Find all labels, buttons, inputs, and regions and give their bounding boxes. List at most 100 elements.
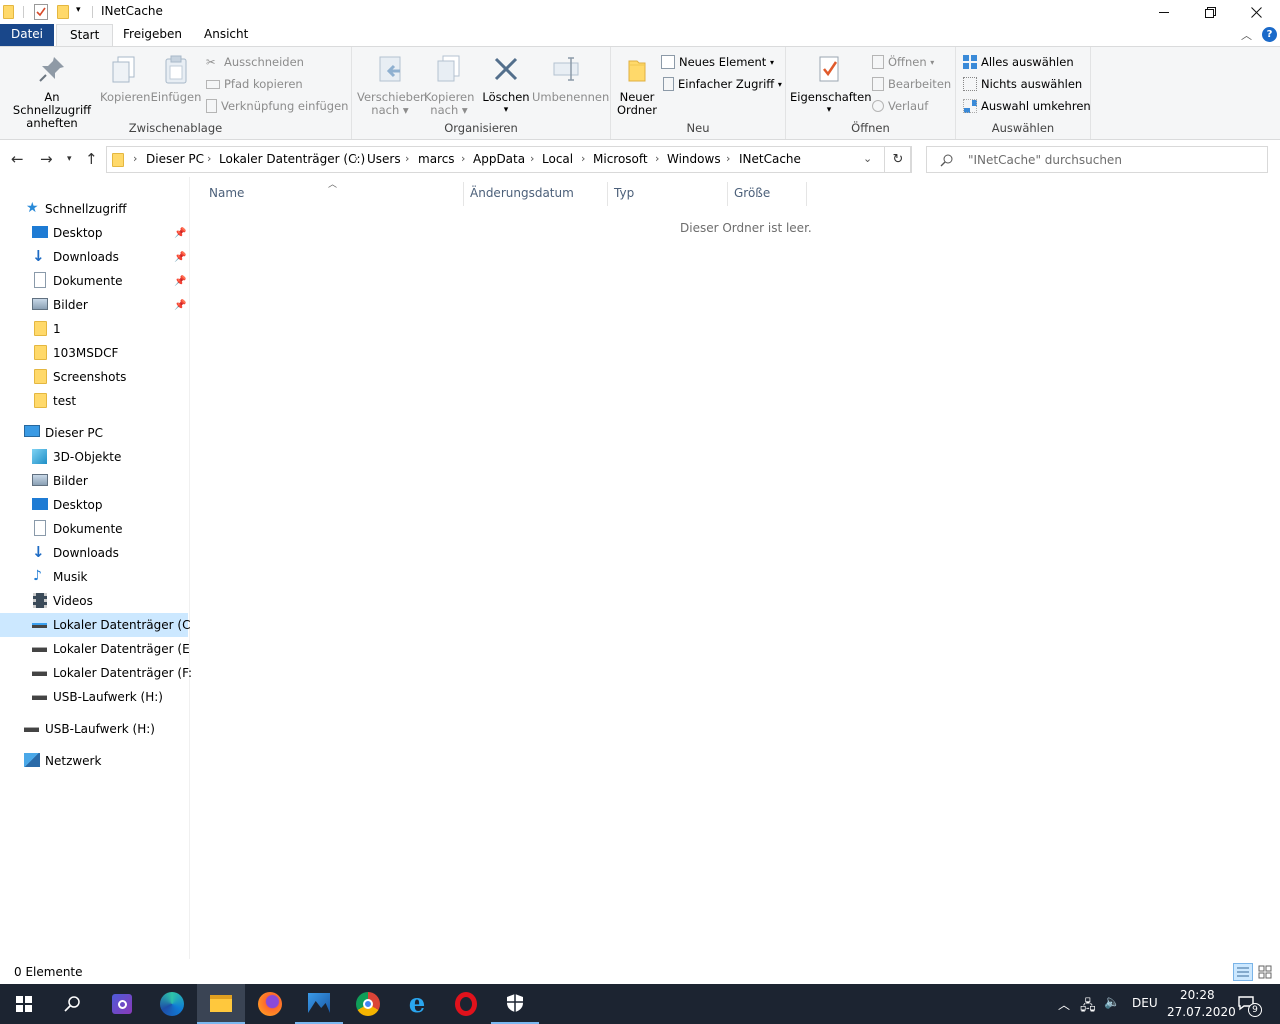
pin-icon[interactable]: 📌 bbox=[174, 252, 186, 263]
sidebar-item-laufwerk-e[interactable]: Lokaler Datenträger (E:) bbox=[0, 637, 198, 661]
delete-button[interactable]: Löschen ▾ bbox=[480, 53, 532, 117]
volume-icon[interactable]: 🔈 bbox=[1104, 995, 1120, 1010]
clock-date[interactable]: 27.07.2020 bbox=[1167, 1005, 1236, 1019]
chevron-right-icon[interactable]: › bbox=[461, 152, 465, 165]
breadcrumb-appdata[interactable]: AppData bbox=[473, 152, 525, 166]
forward-arrow-icon[interactable]: → bbox=[40, 150, 53, 168]
chevron-right-icon[interactable]: › bbox=[655, 152, 659, 165]
show-hidden-icons-icon[interactable]: ︿ bbox=[1058, 996, 1070, 1013]
move-to-button[interactable]: Verschieben nach ▾ bbox=[357, 53, 427, 117]
opera-app-button[interactable] bbox=[442, 984, 490, 1024]
chrome-app-button[interactable] bbox=[344, 984, 392, 1024]
delete-dropdown-icon[interactable]: ▾ bbox=[480, 104, 532, 117]
edit-button[interactable]: Bearbeiten bbox=[872, 74, 951, 94]
minimize-button[interactable] bbox=[1141, 0, 1187, 24]
sidebar-item-quick-screenshots[interactable]: Screenshots bbox=[0, 365, 188, 389]
security-app-button[interactable] bbox=[491, 984, 539, 1024]
address-dropdown-icon[interactable]: ⌄ bbox=[863, 152, 872, 165]
back-arrow-icon[interactable]: ← bbox=[11, 150, 24, 168]
help-icon[interactable]: ? bbox=[1262, 27, 1277, 42]
instagram-app-button[interactable] bbox=[98, 984, 146, 1024]
new-folder-button[interactable]: Neuer Ordner bbox=[615, 53, 659, 117]
column-divider[interactable] bbox=[607, 182, 608, 206]
paste-shortcut-button[interactable]: Verknüpfung einfügen bbox=[206, 96, 348, 116]
properties-quick-icon[interactable] bbox=[34, 4, 48, 20]
firefox-app-button[interactable] bbox=[246, 984, 294, 1024]
properties-dropdown-icon[interactable]: ▾ bbox=[790, 104, 868, 117]
start-button[interactable] bbox=[0, 984, 48, 1024]
chevron-right-icon[interactable]: › bbox=[354, 152, 358, 165]
rename-button[interactable]: Umbenennen bbox=[532, 53, 609, 104]
breadcrumb-windows[interactable]: Windows bbox=[667, 152, 721, 166]
sidebar-item-3d-objekte[interactable]: 3D-Objekte bbox=[0, 445, 188, 469]
sidebar-item-schnellzugriff[interactable]: ★ Schnellzugriff bbox=[0, 197, 188, 221]
sidebar-item-laufwerk-f[interactable]: Lokaler Datenträger (F:) bbox=[0, 661, 197, 685]
sidebar-item-laufwerk-c[interactable]: Lokaler Datenträger (C:) bbox=[0, 613, 199, 637]
sidebar-item-musik[interactable]: ♪ Musik bbox=[0, 565, 188, 589]
pin-icon[interactable]: 📌 bbox=[174, 300, 186, 311]
large-icons-view-button[interactable] bbox=[1256, 963, 1274, 981]
chevron-right-icon[interactable]: › bbox=[133, 152, 137, 165]
cut-button[interactable]: ✂ Ausschneiden bbox=[206, 52, 304, 72]
restore-button[interactable] bbox=[1187, 0, 1233, 24]
action-center-button[interactable]: 9 bbox=[1232, 992, 1264, 1018]
column-header-type[interactable]: Typ bbox=[614, 186, 634, 200]
explorer-app-button[interactable] bbox=[197, 984, 245, 1024]
sidebar-item-dokumente[interactable]: Dokumente bbox=[0, 517, 188, 541]
tab-datei[interactable]: Datei bbox=[0, 24, 54, 46]
breadcrumb-inetcache[interactable]: INetCache bbox=[739, 152, 801, 166]
history-button[interactable]: Verlauf bbox=[872, 96, 928, 116]
chevron-right-icon[interactable]: › bbox=[581, 152, 585, 165]
sidebar-item-quick-downloads[interactable]: ↓ Downloads 📌 bbox=[0, 245, 188, 269]
new-folder-quick-icon[interactable] bbox=[57, 5, 69, 19]
pin-icon[interactable]: 📌 bbox=[174, 276, 186, 287]
search-taskbar-button[interactable] bbox=[48, 984, 96, 1024]
details-view-button[interactable] bbox=[1233, 963, 1253, 981]
sidebar-item-videos[interactable]: Videos bbox=[0, 589, 188, 613]
sidebar-item-quick-dokumente[interactable]: Dokumente 📌 bbox=[0, 269, 188, 293]
chevron-right-icon[interactable]: › bbox=[405, 152, 409, 165]
column-header-size[interactable]: Größe bbox=[734, 186, 770, 200]
column-header-name[interactable]: Name bbox=[209, 186, 244, 200]
ie-app-button[interactable]: e bbox=[393, 984, 441, 1024]
chevron-right-icon[interactable]: › bbox=[530, 152, 534, 165]
column-header-date[interactable]: Änderungsdatum bbox=[470, 186, 574, 200]
sidebar-item-desktop[interactable]: Desktop bbox=[0, 493, 188, 517]
chevron-right-icon[interactable]: › bbox=[207, 152, 211, 165]
sidebar-item-quick-bilder[interactable]: Bilder 📌 bbox=[0, 293, 188, 317]
copy-to-button[interactable]: Kopieren nach ▾ bbox=[424, 53, 474, 117]
refresh-button[interactable]: ↻ bbox=[884, 146, 912, 173]
new-item-button[interactable]: Neues Element ▾ bbox=[661, 52, 774, 72]
collapse-ribbon-icon[interactable]: ︿ bbox=[1241, 27, 1252, 43]
easy-access-button[interactable]: Einfacher Zugriff ▾ bbox=[661, 74, 782, 94]
file-list[interactable]: ︿ Name Änderungsdatum Typ Größe Dieser O… bbox=[191, 177, 1280, 959]
copy-path-button[interactable]: Pfad kopieren bbox=[206, 74, 303, 94]
sidebar-item-usb-h[interactable]: USB-Laufwerk (H:) bbox=[0, 717, 188, 741]
clock-time[interactable]: 20:28 bbox=[1180, 988, 1215, 1002]
select-none-button[interactable]: Nichts auswählen bbox=[963, 74, 1082, 94]
tab-freigeben[interactable]: Freigeben bbox=[110, 24, 195, 46]
customize-quick-access-icon[interactable]: ▾ bbox=[76, 5, 81, 15]
sidebar-item-netzwerk[interactable]: Netzwerk bbox=[0, 749, 188, 773]
breadcrumb-users[interactable]: Users bbox=[367, 152, 401, 166]
photos-app-button[interactable] bbox=[295, 984, 343, 1024]
sidebar-item-downloads[interactable]: ↓ Downloads bbox=[0, 541, 188, 565]
pin-quick-access-button[interactable]: An Schnellzugriff anheften bbox=[4, 53, 100, 130]
sidebar-item-quick-test[interactable]: test bbox=[0, 389, 188, 413]
sidebar-item-quick-desktop[interactable]: Desktop 📌 bbox=[0, 221, 188, 245]
pin-icon[interactable]: 📌 bbox=[174, 228, 186, 239]
breadcrumb-dieser-pc[interactable]: Dieser PC bbox=[146, 152, 204, 166]
sidebar-item-quick-103msdcf[interactable]: 103MSDCF bbox=[0, 341, 188, 365]
address-bar[interactable]: › Dieser PC › Lokaler Datenträger (C:) ›… bbox=[106, 146, 911, 173]
breadcrumb-local[interactable]: Local bbox=[542, 152, 573, 166]
properties-button[interactable]: Eigenschaften ▾ bbox=[790, 53, 872, 117]
invert-selection-button[interactable]: Auswahl umkehren bbox=[963, 96, 1091, 116]
chevron-right-icon[interactable]: › bbox=[726, 152, 730, 165]
tab-ansicht[interactable]: Ansicht bbox=[191, 24, 261, 46]
tab-start[interactable]: Start bbox=[56, 24, 114, 47]
up-arrow-icon[interactable]: ↑ bbox=[85, 150, 98, 168]
breadcrumb-marcs[interactable]: marcs bbox=[418, 152, 455, 166]
open-button[interactable]: Öffnen ▾ bbox=[872, 52, 934, 72]
sidebar-item-quick-1[interactable]: 1 bbox=[0, 317, 188, 341]
column-divider[interactable] bbox=[463, 182, 464, 206]
